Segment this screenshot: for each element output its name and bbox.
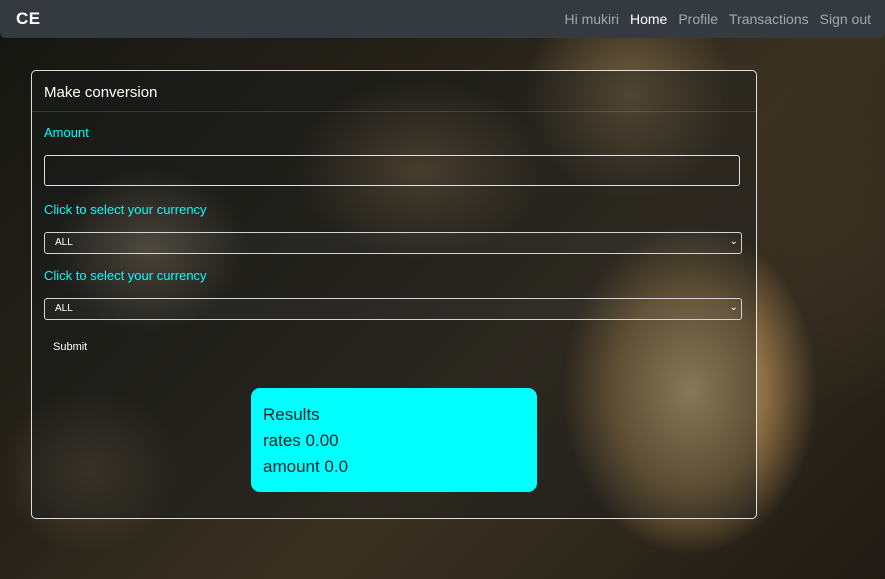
conversion-card: Make conversion Amount Click to select y… — [31, 70, 757, 519]
from-currency-select[interactable]: ALL ⌄ — [44, 232, 742, 254]
results-title: Results — [263, 405, 320, 424]
results-panel: Results rates 0.00 amount 0.0 — [251, 388, 537, 492]
nav-link-profile[interactable]: Profile — [678, 11, 718, 27]
results-amount: amount 0.0 — [263, 457, 349, 476]
nav-link-home[interactable]: Home — [630, 11, 667, 27]
user-greeting: Hi mukiri — [564, 11, 619, 27]
brand-logo[interactable]: CE — [16, 9, 41, 29]
to-currency-label: Click to select your currency — [44, 268, 207, 283]
card-divider — [32, 111, 756, 112]
amount-input[interactable] — [44, 155, 740, 186]
results-rates: rates 0.00 — [263, 431, 339, 450]
nav-link-sign-out[interactable]: Sign out — [820, 11, 871, 27]
chevron-down-icon: ⌄ — [729, 236, 738, 247]
amount-label: Amount — [44, 125, 89, 140]
to-currency-value: ALL — [55, 303, 73, 314]
navbar: CE Hi mukiri Home Profile Transactions S… — [0, 0, 885, 38]
to-currency-select[interactable]: ALL ⌄ — [44, 298, 742, 320]
submit-button[interactable]: Submit — [53, 341, 87, 353]
card-title: Make conversion — [44, 84, 158, 101]
chevron-down-icon: ⌄ — [729, 302, 738, 313]
nav-link-transactions[interactable]: Transactions — [729, 11, 809, 27]
from-currency-value: ALL — [55, 237, 73, 248]
nav-links: Hi mukiri Home Profile Transactions Sign… — [565, 11, 872, 27]
from-currency-label: Click to select your currency — [44, 202, 207, 217]
